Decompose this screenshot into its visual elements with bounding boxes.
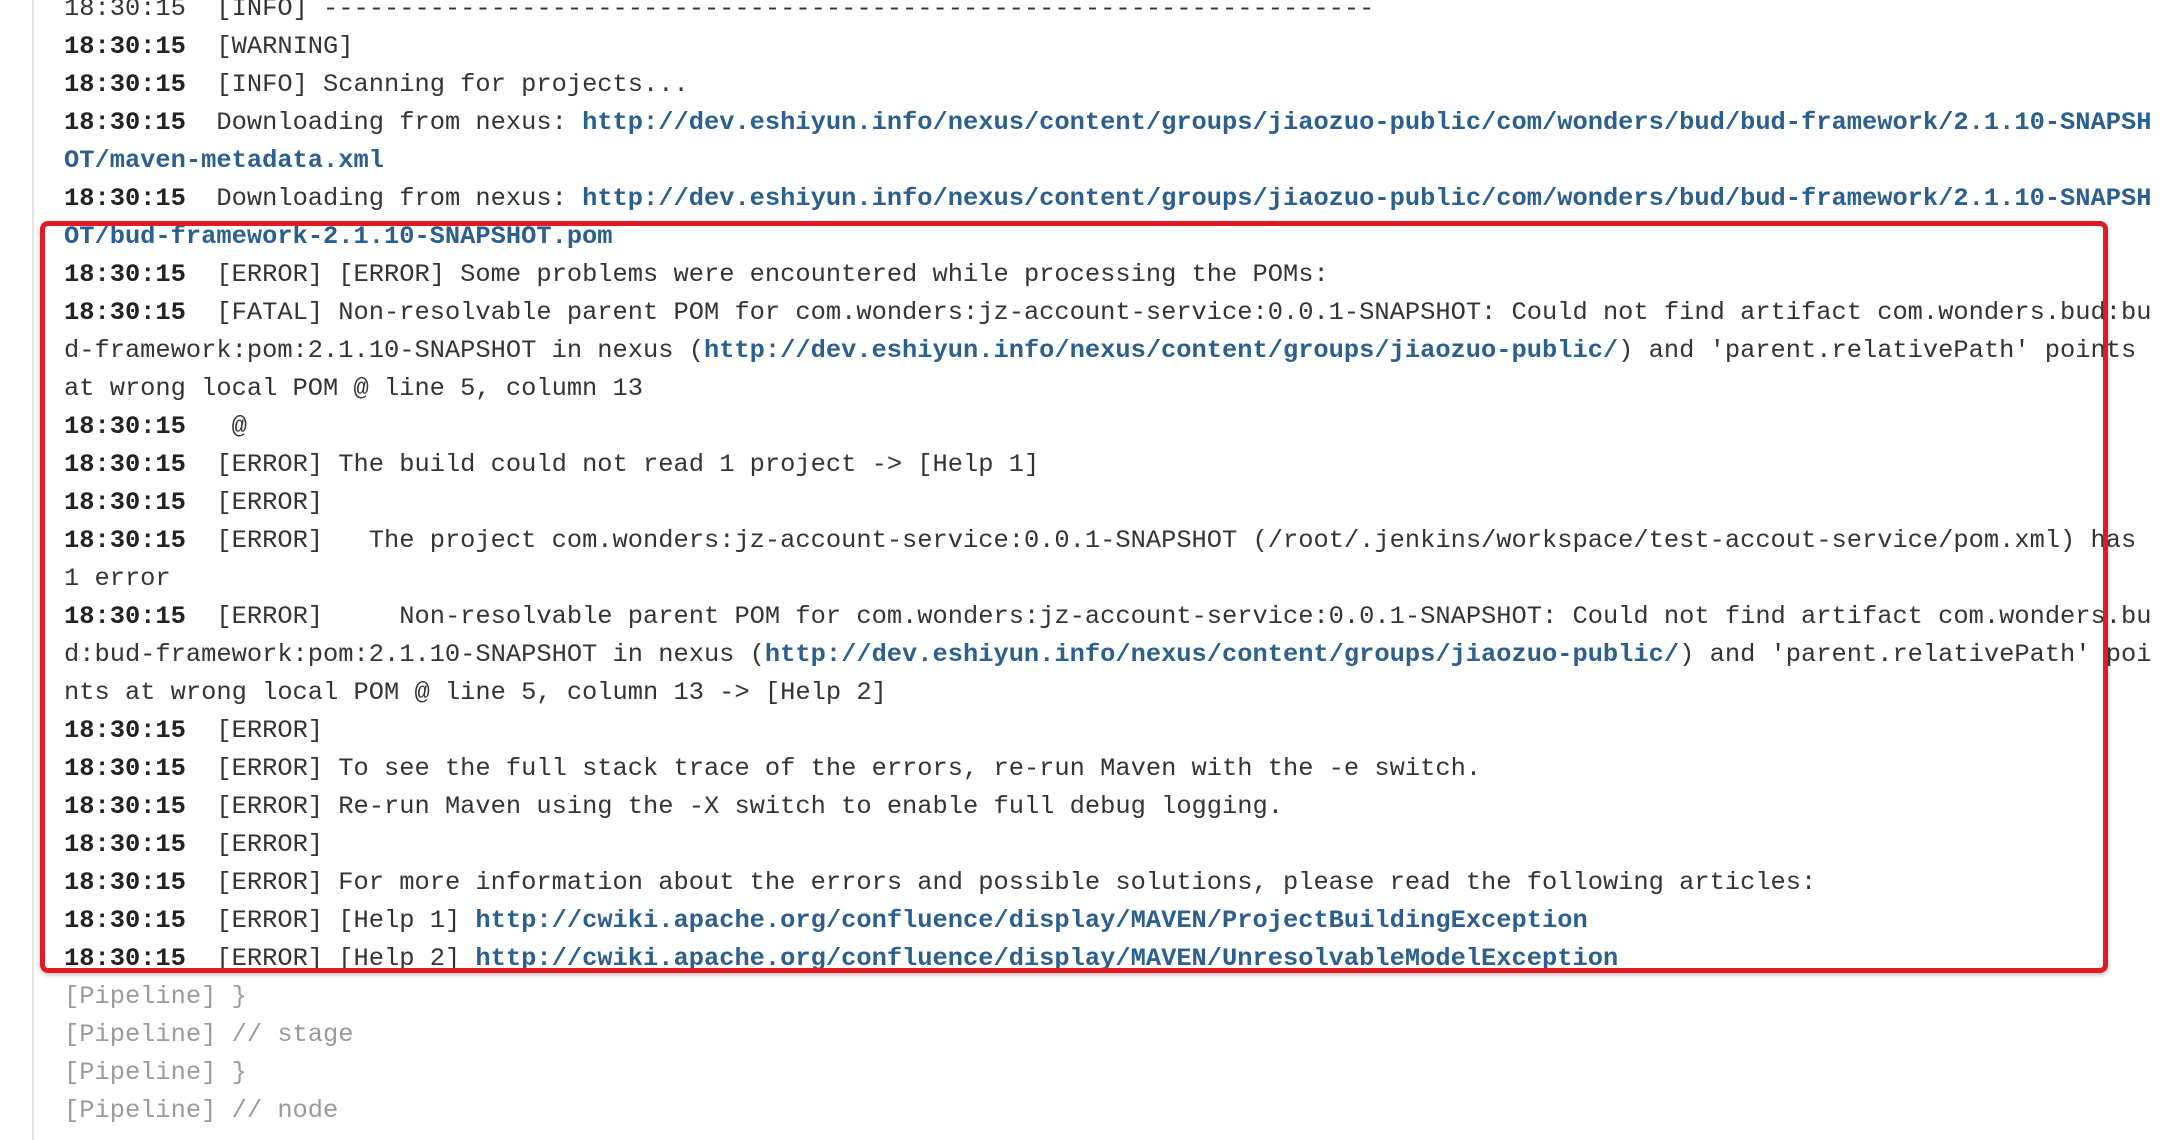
- log-line: 18:30:15 [ERROR] [Help 1] http://cwiki.a…: [64, 902, 2164, 940]
- log-line: 18:30:15 [ERROR] For more information ab…: [64, 864, 2164, 902]
- log-timestamp: 18:30:15: [64, 830, 186, 859]
- log-line: 18:30:15 Downloading from nexus: http://…: [64, 180, 2164, 256]
- log-line: 18:30:15 @: [64, 408, 2164, 446]
- log-timestamp: 18:30:15: [64, 602, 186, 631]
- log-timestamp: 18:30:15: [64, 32, 186, 61]
- log-line: 18:30:15 [ERROR] To see the full stack t…: [64, 750, 2164, 788]
- log-message: [ERROR]: [216, 488, 324, 517]
- log-message: [ERROR] The project com.wonders:jz-accou…: [64, 526, 2152, 593]
- log-line: 18:30:15 [ERROR]: [64, 484, 2164, 522]
- log-line: 18:30:15 [WARNING]: [64, 28, 2164, 66]
- log-link[interactable]: http://dev.eshiyun.info/nexus/content/gr…: [765, 640, 1679, 669]
- pipeline-line: [Pipeline] // node: [64, 1096, 339, 1125]
- pipeline-line: [Pipeline] // stage: [64, 1020, 354, 1049]
- log-timestamp: 18:30:15: [64, 260, 186, 289]
- log-line: 18:30:15 [ERROR] [ERROR] Some problems w…: [64, 256, 2164, 294]
- log-timestamp: 18:30:15: [64, 868, 186, 897]
- log-message: [ERROR] [ERROR] Some problems were encou…: [216, 260, 1329, 289]
- log-message: [ERROR] [Help 2]: [216, 944, 476, 973]
- log-message: [ERROR] [Help 1]: [216, 906, 476, 935]
- log-link[interactable]: http://cwiki.apache.org/confluence/displ…: [475, 944, 1618, 973]
- log-line: 18:30:15 [ERROR] Non-resolvable parent P…: [64, 598, 2164, 712]
- log-timestamp: 18:30:15: [64, 450, 186, 479]
- pipeline-line: [Pipeline] }: [64, 1058, 247, 1087]
- log-line: 18:30:15 [ERROR] The build could not rea…: [64, 446, 2164, 484]
- log-timestamp: 18:30:15: [64, 906, 186, 935]
- log-timestamp: 18:30:15: [64, 488, 186, 517]
- log-message: [ERROR] To see the full stack trace of t…: [216, 754, 1482, 783]
- log-timestamp: 18:30:15: [64, 298, 186, 327]
- log-line: 18:30:15 [ERROR] The project com.wonders…: [64, 522, 2164, 598]
- log-timestamp: 18:30:15: [64, 108, 186, 137]
- log-message: [ERROR] For more information about the e…: [216, 868, 1817, 897]
- log-message: [ERROR] The build could not read 1 proje…: [216, 450, 1040, 479]
- log-message: Downloading from nexus:: [216, 108, 583, 137]
- log-message: [ERROR] Re-run Maven using the -X switch…: [216, 792, 1283, 821]
- log-timestamp: 18:30:15: [64, 184, 186, 213]
- log-line: 18:30:15 [INFO] Scanning for projects...: [64, 66, 2164, 104]
- log-message: [ERROR]: [216, 830, 324, 859]
- log-timestamp: 18:30:15: [64, 792, 186, 821]
- log-line: 18:30:15 [ERROR]: [64, 826, 2164, 864]
- log-timestamp: 18:30:15: [64, 754, 186, 783]
- log-message: [WARNING]: [216, 32, 354, 61]
- pipeline-line: [Pipeline] }: [64, 982, 247, 1011]
- log-line: 18:30:15 [FATAL] Non-resolvable parent P…: [64, 294, 2164, 408]
- log-message: [ERROR]: [216, 716, 324, 745]
- log-line: 18:30:15 [ERROR]: [64, 712, 2164, 750]
- log-timestamp: 18:30:15: [64, 944, 186, 973]
- log-line: 18:30:15 [ERROR] Re-run Maven using the …: [64, 788, 2164, 826]
- log-message: [INFO] Scanning for projects...: [216, 70, 689, 99]
- log-timestamp: 18:30:15: [64, 412, 186, 441]
- log-line: 18:30:15 Downloading from nexus: http://…: [64, 104, 2164, 180]
- console-output: 18:30:15 [INFO] ------------------------…: [64, 0, 2164, 1130]
- log-link[interactable]: http://cwiki.apache.org/confluence/displ…: [475, 906, 1587, 935]
- log-message: @: [216, 412, 247, 441]
- log-timestamp: 18:30:15: [64, 70, 186, 99]
- log-line-partial: 18:30:15 [INFO] ------------------------…: [64, 0, 1375, 23]
- log-line: 18:30:15 [ERROR] [Help 2] http://cwiki.a…: [64, 940, 2164, 978]
- log-link[interactable]: http://dev.eshiyun.info/nexus/content/gr…: [704, 336, 1618, 365]
- log-timestamp: 18:30:15: [64, 526, 186, 555]
- log-timestamp: 18:30:15: [64, 716, 186, 745]
- log-message: Downloading from nexus:: [216, 184, 583, 213]
